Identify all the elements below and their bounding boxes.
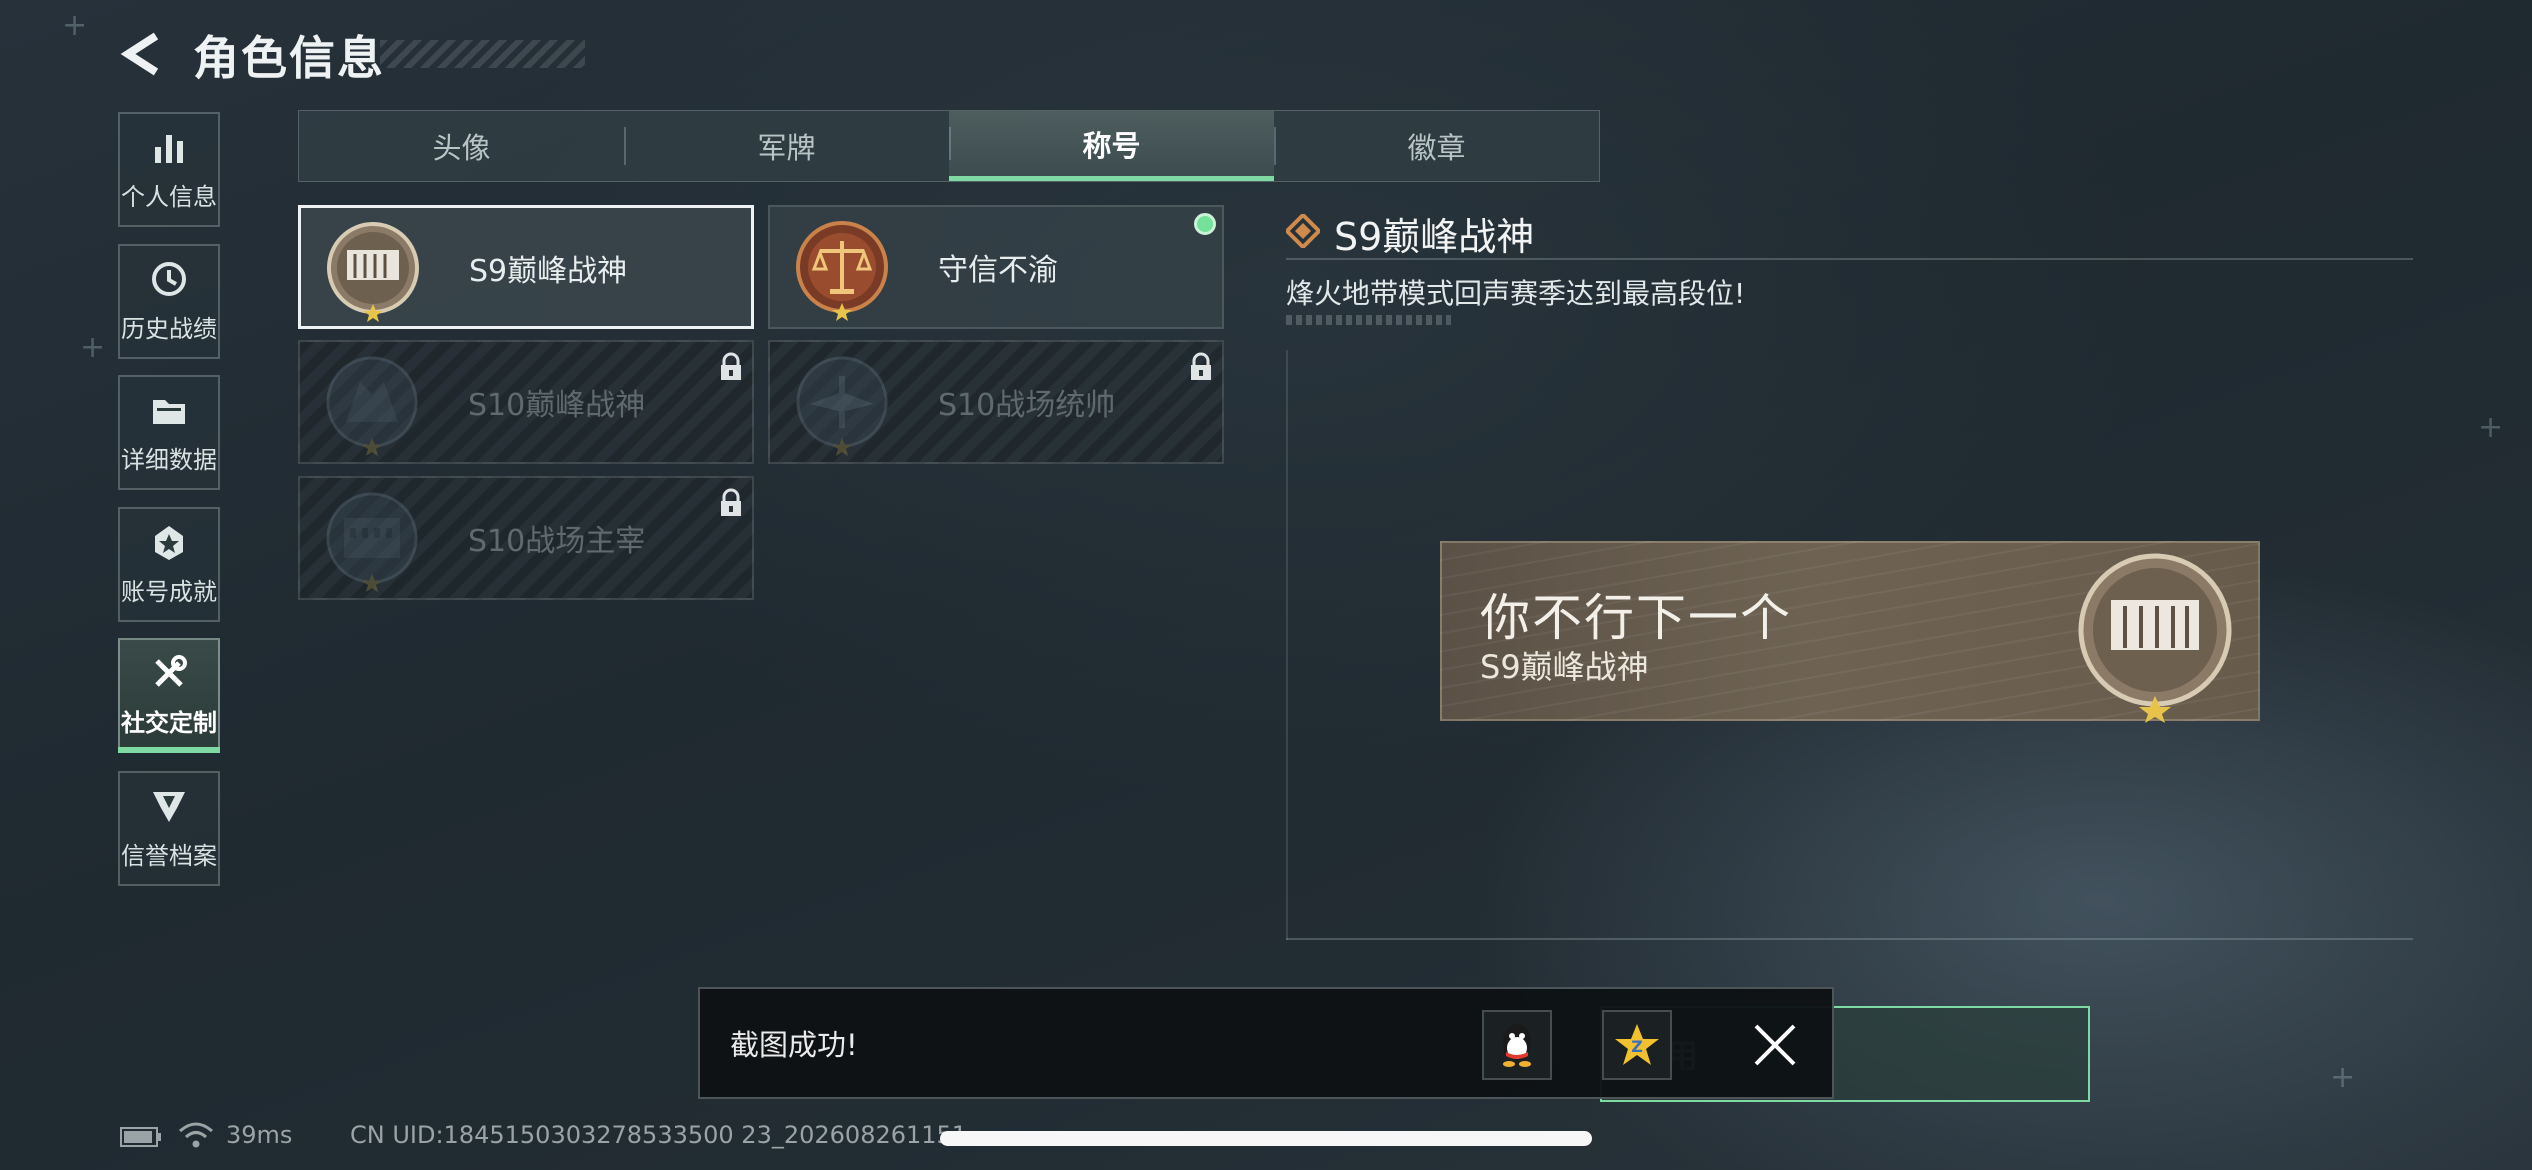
tools-icon [155, 655, 187, 687]
s10-peak-emblem-icon [326, 356, 418, 456]
sidebar-item-label: 账号成就 [121, 578, 217, 606]
lock-icon [1191, 352, 1211, 380]
title-card[interactable]: S9巅峰战神 [298, 205, 754, 329]
detail-faint-decoration [1286, 315, 1451, 325]
decor-cross: + [62, 8, 88, 43]
scales-of-justice-emblem-icon [796, 221, 888, 321]
page-title: 角色信息 [193, 31, 385, 85]
divider [1286, 258, 2413, 260]
title-card-name: S9巅峰战神 [469, 254, 628, 289]
nameplate-title: S9巅峰战神 [1480, 648, 1649, 686]
decor-cross: + [80, 330, 106, 365]
qq-penguin-icon [1503, 1024, 1531, 1067]
toast-message: 截图成功! [730, 1028, 858, 1062]
title-card-name: S10巅峰战神 [468, 388, 646, 423]
title-card-name: 守信不渝 [938, 253, 1058, 288]
title-card[interactable]: 守信不渝 [768, 205, 1224, 329]
player-uid: CN UID:1845150303278533500 23_2026082611… [350, 1121, 968, 1149]
s10-dominator-emblem-icon [326, 492, 418, 592]
detail-description: 烽火地带模式回声赛季达到最高段位! [1286, 277, 1746, 310]
lock-icon [721, 352, 741, 380]
share-qq-button[interactable] [1482, 1010, 1552, 1080]
divider [1286, 938, 2413, 940]
nameplate-player-name: 你不行下一个 [1480, 589, 1792, 647]
back-arrow-icon[interactable] [118, 30, 166, 78]
history-clock-icon [152, 262, 186, 296]
tab-badge[interactable]: 徽章 [1274, 111, 1599, 181]
title-card[interactable]: S10巅峰战神 [298, 340, 754, 464]
sidebar-item-history[interactable]: 历史战绩 [118, 244, 220, 359]
home-indicator[interactable] [940, 1131, 1592, 1146]
decor-cross: + [2478, 410, 2504, 445]
share-qzone-button[interactable]: Z [1602, 1010, 1672, 1080]
detail-title: S9巅峰战神 [1334, 215, 1535, 259]
bar-chart-icon [155, 135, 183, 163]
sidebar-active-indicator [118, 747, 220, 753]
title-diamond-icon [1286, 214, 1320, 248]
title-decoration [380, 40, 585, 68]
sidebar-item-label: 历史战绩 [121, 315, 217, 343]
tab-bar: 头像 军牌 称号 徽章 [298, 110, 1600, 182]
achievement-badge-icon [155, 526, 183, 560]
s9-peak-emblem-icon [2078, 553, 2232, 723]
title-card[interactable]: S10战场主宰 [298, 476, 754, 600]
svg-text:Z: Z [1631, 1037, 1643, 1056]
equipped-indicator [1194, 213, 1216, 235]
sidebar-item-label: 详细数据 [121, 446, 217, 474]
tab-title[interactable]: 称号 [949, 111, 1274, 181]
sidebar-item-personal-info[interactable]: 个人信息 [118, 112, 220, 227]
ping-latency: 39ms [226, 1121, 293, 1149]
tab-avatar[interactable]: 头像 [299, 111, 624, 181]
title-card-name: S10战场统帅 [938, 388, 1116, 423]
close-icon[interactable] [1752, 1022, 1798, 1068]
decor-cross: + [2330, 1060, 2356, 1095]
folder-icon [153, 400, 185, 424]
title-card-name: S10战场主宰 [468, 524, 646, 559]
s10-commander-emblem-icon [796, 356, 888, 456]
sidebar-item-achievements[interactable]: 账号成就 [118, 507, 220, 622]
sidebar-item-detailed-data[interactable]: 详细数据 [118, 375, 220, 490]
reputation-shield-icon [153, 792, 185, 822]
battery-icon [120, 1127, 161, 1147]
title-card[interactable]: S10战场统帅 [768, 340, 1224, 464]
s9-peak-emblem-icon [327, 222, 419, 322]
qzone-star-icon: Z [1615, 1024, 1659, 1065]
sidebar-item-social-custom[interactable]: 社交定制 [118, 638, 220, 753]
sidebar-item-reputation[interactable]: 信誉档案 [118, 771, 220, 886]
sidebar-item-label: 社交定制 [121, 709, 217, 737]
lock-icon [721, 488, 741, 516]
sidebar-item-label: 个人信息 [121, 183, 217, 211]
tab-dog-tag[interactable]: 军牌 [624, 111, 949, 181]
sidebar-item-label: 信誉档案 [121, 842, 217, 870]
wifi-icon [179, 1122, 213, 1148]
